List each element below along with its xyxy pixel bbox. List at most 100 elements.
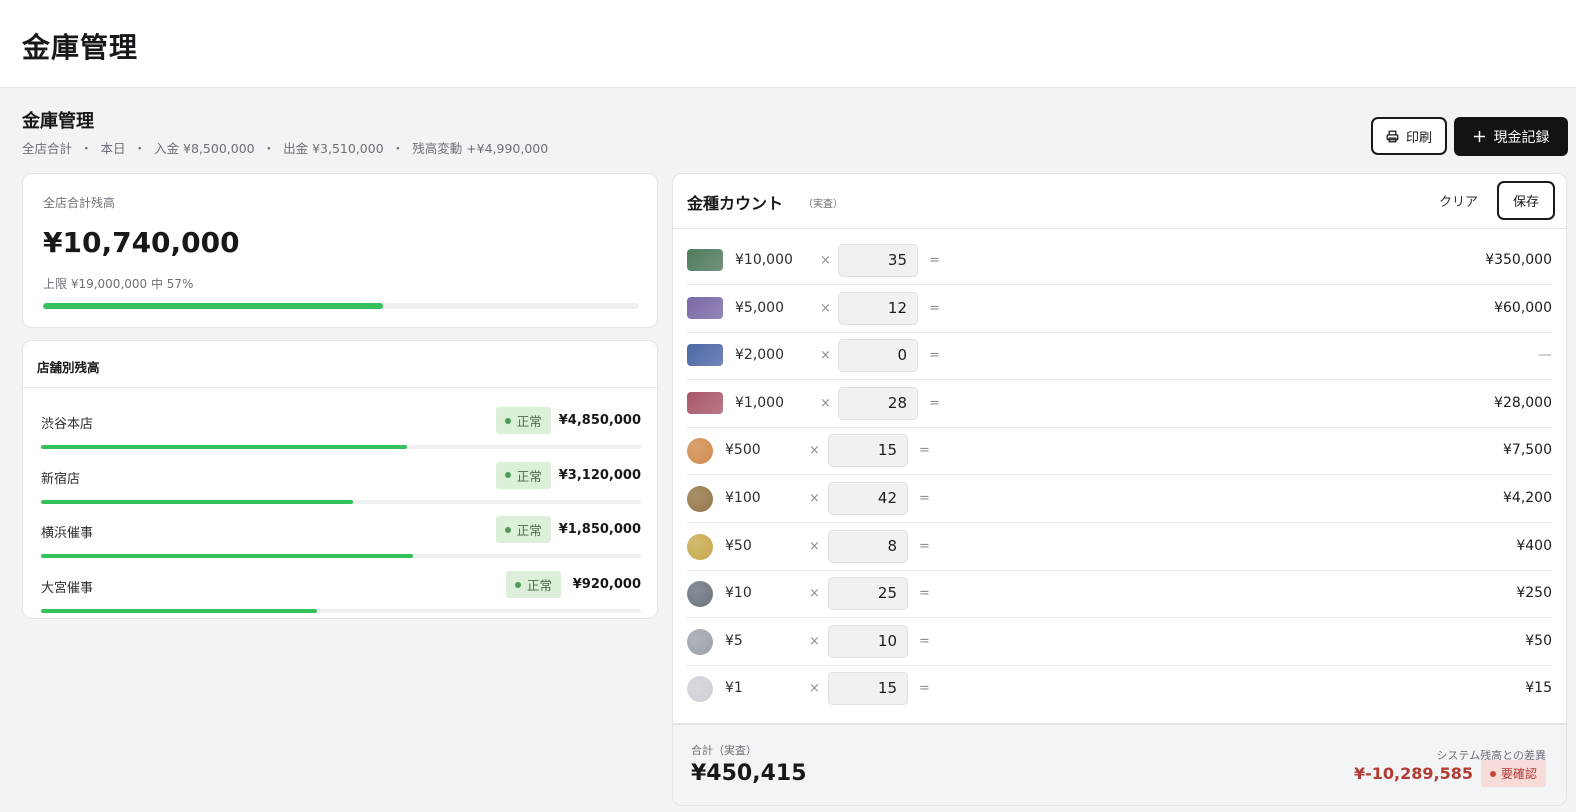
system-difference: ¥-10,289,585 要確認	[1354, 760, 1546, 787]
quantity-input[interactable]: 0	[838, 339, 918, 373]
status-label: 正常	[516, 523, 542, 539]
summary-separator: ・	[262, 141, 276, 156]
store-status-amount: 正常 ¥920,000	[505, 571, 641, 599]
banknote-row: ¥1,000 × 28 = ¥28,000	[687, 381, 1552, 428]
multiply-sign: ×	[809, 586, 820, 602]
denomination-label: ¥10,000	[735, 252, 793, 268]
coin-icon	[687, 438, 713, 465]
store-balances-title: 店舗別残高	[23, 341, 657, 388]
clear-button[interactable]: クリア	[1439, 191, 1478, 210]
equals-sign: =	[929, 253, 940, 268]
store-status-amount: 正常 ¥4,850,000	[495, 407, 641, 434]
save-button[interactable]: 保存	[1497, 181, 1555, 220]
store-progress-bar	[41, 445, 641, 449]
equals-sign: =	[929, 300, 940, 316]
coin-row: ¥50 × 8 = ¥400	[687, 524, 1552, 571]
equals-sign: =	[919, 443, 930, 459]
denomination-title: 金種カウント	[687, 194, 784, 213]
quantity-input[interactable]: 25	[828, 577, 908, 611]
denomination-label: ¥100	[725, 490, 761, 506]
store-progress-bar	[41, 499, 641, 504]
print-button[interactable]: 印刷	[1371, 117, 1447, 155]
banknote-icon	[687, 249, 723, 271]
equals-sign: =	[919, 681, 930, 697]
quantity-input[interactable]: 12	[838, 291, 918, 325]
store-status-amount: 正常 ¥3,120,000	[495, 461, 641, 489]
store-row: 渋谷本店 正常 ¥4,850,000	[41, 407, 641, 457]
summary-separator: ・	[133, 141, 147, 156]
coin-icon	[687, 676, 713, 703]
total-limit-text: 上限 ¥19,000,000 中 57%	[43, 277, 194, 291]
status-label: 正常	[526, 578, 552, 594]
store-row: 新宿店 正常 ¥3,120,000	[41, 461, 641, 512]
status-dot-icon	[504, 526, 511, 533]
quantity-input[interactable]: 15	[828, 434, 908, 468]
quantity-input[interactable]: 28	[838, 386, 918, 420]
multiply-sign: ×	[820, 395, 831, 411]
multiply-sign: ×	[820, 348, 831, 364]
summary-withdrawal: 出金 ¥3,510,000	[283, 141, 384, 156]
status-dot-icon	[504, 417, 511, 424]
new-cash-record-button[interactable]: 現金記録	[1454, 117, 1568, 156]
store-status-amount: 正常 ¥1,850,000	[495, 516, 641, 544]
store-name: 大宮催事	[41, 581, 94, 597]
summary-balance-change: 残高変動 +¥4,990,000	[412, 141, 549, 156]
summary-separator: ・	[80, 141, 93, 156]
denomination-subtotal: ¥350,000	[1485, 252, 1552, 268]
quantity-input[interactable]: 15	[828, 672, 908, 706]
system-difference-value: ¥-10,289,585	[1353, 764, 1473, 783]
store-progress-bar	[41, 554, 641, 559]
plus-icon	[1473, 130, 1485, 143]
store-progress-fill	[41, 499, 353, 504]
quantity-input[interactable]: 10	[828, 624, 908, 658]
quantity-input[interactable]: 35	[838, 244, 918, 277]
denomination-subtotal: ¥400	[1516, 537, 1552, 554]
multiply-sign: ×	[809, 538, 820, 554]
banknote-icon	[687, 296, 723, 319]
coin-icon	[687, 533, 713, 560]
banknote-icon	[687, 344, 723, 367]
multiply-sign: ×	[820, 253, 831, 268]
status-label: 正常	[516, 414, 542, 429]
status-badge: 正常	[505, 571, 561, 599]
store-amount: ¥1,850,000	[558, 522, 641, 538]
store-progress-fill	[41, 445, 407, 449]
status-dot-icon	[504, 472, 511, 479]
denomination-subtotal: —	[1538, 347, 1552, 364]
new-cash-record-label: 現金記録	[1493, 129, 1550, 146]
app-title: 金庫管理	[22, 31, 139, 64]
store-progress-bar	[41, 609, 641, 614]
counted-total-value: ¥450,415	[691, 761, 807, 786]
denomination-label: ¥5,000	[735, 299, 784, 316]
banknote-row: ¥5,000 × 12 = ¥60,000	[687, 286, 1552, 333]
quantity-input[interactable]: 42	[828, 482, 908, 515]
equals-sign: =	[919, 586, 930, 602]
equals-sign: =	[919, 538, 930, 554]
multiply-sign: ×	[809, 491, 820, 506]
denomination-label: ¥1,000	[735, 394, 784, 411]
denomination-subtotal: ¥15	[1525, 680, 1552, 697]
denomination-subtitle: （実査）	[803, 199, 843, 210]
total-balance-card: 全店合計残高 ¥10,740,000 上限 ¥19,000,000 中 57%	[22, 173, 658, 328]
denomination-count-card: 金種カウント （実査） クリア 保存 ¥10,000 × 35 = ¥350,000 ¥5…	[672, 173, 1567, 806]
total-balance-label: 全店合計残高	[43, 196, 116, 210]
coin-row: ¥100 × 42 = ¥4,200	[687, 476, 1552, 523]
store-progress-fill	[41, 609, 317, 614]
summary-line: 全店合計・本日・入金 ¥8,500,000 ・出金 ¥3,510,000 ・残高変動…	[22, 138, 548, 157]
coin-icon	[687, 581, 713, 608]
store-balances-card: 店舗別残高 渋谷本店 正常 ¥4,850,000 新宿店 正常 ¥3,120,000 横浜催…	[22, 340, 658, 619]
total-progress-fill	[43, 303, 383, 309]
summary-separator: ・	[391, 141, 405, 156]
denomination-label: ¥2,000	[735, 347, 784, 364]
equals-sign: =	[929, 395, 940, 411]
coin-row: ¥1 × 15 = ¥15	[687, 666, 1552, 713]
store-amount: ¥920,000	[572, 577, 641, 593]
quantity-input[interactable]: 8	[828, 529, 908, 563]
total-balance-value: ¥10,740,000	[43, 226, 240, 259]
print-button-label: 印刷	[1405, 130, 1432, 146]
multiply-sign: ×	[809, 633, 820, 649]
denomination-label: ¥10	[725, 585, 752, 602]
banknote-row: ¥2,000 × 0 = —	[687, 333, 1552, 381]
status-dot-icon	[514, 581, 521, 588]
summary-period: 本日	[100, 141, 126, 156]
